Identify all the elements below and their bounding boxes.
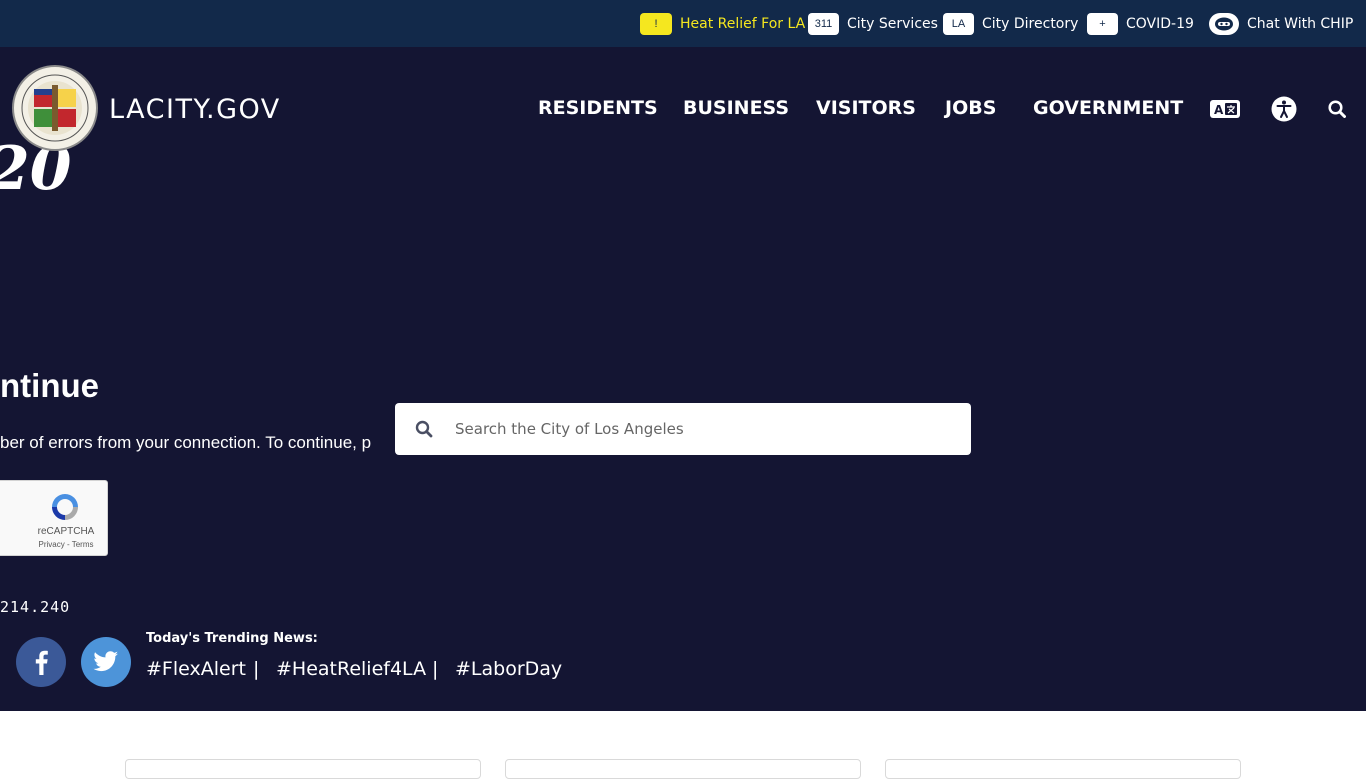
heat-relief-link[interactable]: ! Heat Relief For LA [640,12,805,36]
hero-section: 20 ntinue ber of errors from your connec… [0,47,1366,711]
nav-business[interactable]: BUSINESS [683,97,789,119]
chat-chip-link[interactable]: Chat With CHIP [1209,12,1353,36]
utility-bar: ! Heat Relief For LA 311 City Services L… [0,0,1366,47]
background-title-fragment: ntinue [0,367,99,404]
city-directory-label: City Directory [982,16,1079,32]
recaptcha-widget[interactable]: reCAPTCHA Privacy - Terms [0,480,108,556]
recaptcha-links[interactable]: Privacy - Terms [0,540,105,549]
facebook-icon [35,650,48,675]
trending-separator: | [432,658,439,680]
search-input[interactable] [455,416,935,442]
nav-residents[interactable]: RESIDENTS [538,97,658,119]
trending-separator: | [253,658,260,680]
recaptcha-icon [52,494,78,520]
heat-relief-label: Heat Relief For LA [680,16,806,32]
trending-tag-heatrelief4la[interactable]: #HeatRelief4LA [276,658,426,680]
recaptcha-label: reCAPTCHA [37,526,95,537]
ip-address-fragment: 214.240 [0,598,71,616]
nav-visitors[interactable]: VISITORS [816,97,916,119]
nav-government[interactable]: GOVERNMENT [1033,97,1183,119]
facebook-link[interactable] [16,637,66,687]
background-message-fragment: ber of errors from your connection. To c… [0,433,372,452]
chatbot-icon [1209,13,1239,35]
content-card[interactable] [885,759,1241,779]
twitter-icon [93,651,118,672]
plus-icon: + [1087,13,1118,35]
content-card[interactable] [505,759,861,779]
city-services-link[interactable]: 311 City Services [808,12,938,36]
city-seal-logo[interactable] [12,65,98,151]
twitter-link[interactable] [81,637,131,687]
trending-tag-flexalert[interactable]: #FlexAlert [146,658,246,680]
translate-icon[interactable]: A [1209,99,1241,119]
search-icon[interactable] [1328,100,1346,118]
la-icon: LA [943,13,974,35]
chat-chip-label: Chat With CHIP [1247,16,1354,32]
trending-news-label: Today's Trending News: [146,631,318,646]
search-field-icon[interactable] [415,420,433,438]
nav-jobs[interactable]: JOBS [945,97,996,119]
trending-tag-laborday[interactable]: #LaborDay [455,658,562,680]
city-directory-link[interactable]: LA City Directory [943,12,1078,36]
covid-link[interactable]: + COVID-19 [1087,12,1194,36]
accessibility-icon[interactable] [1271,96,1297,122]
site-logo-text[interactable]: LACITY.GOV [109,94,281,125]
311-icon: 311 [808,13,839,35]
city-services-label: City Services [847,16,938,32]
alert-icon: ! [640,13,672,35]
content-card[interactable] [125,759,481,779]
covid-label: COVID-19 [1126,16,1194,32]
site-search-bar [395,403,971,455]
svg-text:A: A [1214,103,1224,117]
